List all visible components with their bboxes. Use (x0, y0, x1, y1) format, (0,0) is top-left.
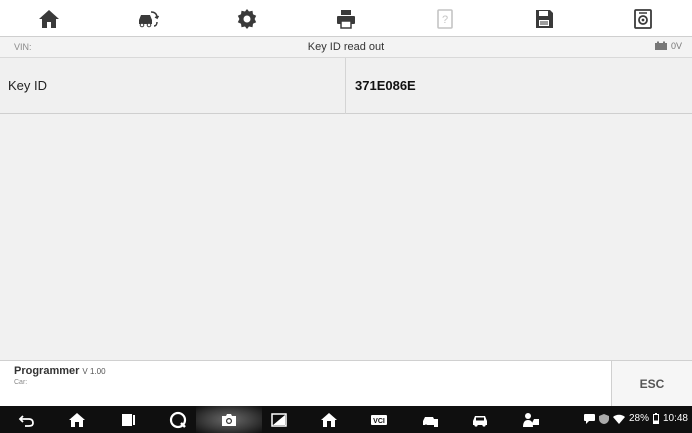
remote-support-icon[interactable] (520, 409, 542, 431)
notification-chat-icon (583, 413, 595, 424)
shield-icon (598, 413, 609, 424)
esc-button[interactable]: ESC (611, 361, 692, 407)
camera-icon[interactable] (218, 409, 240, 431)
vehicle-battery: 0V (654, 41, 682, 51)
key-id-label: Key ID (8, 78, 48, 93)
data-record-icon[interactable] (628, 4, 658, 34)
svg-text:VCI: VCI (373, 418, 385, 425)
key-id-value: 371E086E (355, 78, 416, 93)
home-icon[interactable] (34, 4, 64, 34)
save-icon[interactable] (529, 4, 559, 34)
battery-icon (652, 413, 659, 424)
maxifix-home-icon[interactable] (318, 409, 340, 431)
android-home-icon[interactable] (66, 409, 88, 431)
program-version: V 1.00 (82, 367, 106, 376)
back-icon[interactable] (16, 409, 38, 431)
footer-bar: Programmer V 1.00 Car: ESC (0, 360, 692, 407)
wifi-icon (612, 414, 625, 424)
column-divider (345, 58, 346, 114)
page-title: Key ID read out (307, 41, 385, 53)
display-brightness-icon[interactable] (268, 409, 290, 431)
system-nav-bar: VCI 28% 10:48 (0, 406, 692, 433)
car-label: Car: (14, 379, 28, 386)
recent-apps-icon[interactable] (117, 409, 139, 431)
top-toolbar: ? (0, 0, 692, 37)
content-area (0, 114, 692, 360)
info-bar: VIN: Key ID read out 0V (0, 37, 692, 58)
clock-time: 10:48 (662, 413, 688, 424)
car-icon[interactable] (469, 409, 491, 431)
print-icon[interactable] (331, 4, 361, 34)
vehicle-swap-icon[interactable] (133, 4, 163, 34)
car-battery-icon (654, 41, 667, 50)
settings-gear-icon[interactable] (232, 4, 262, 34)
battery-voltage: 0V (670, 41, 682, 51)
program-info: Programmer V 1.00 (14, 365, 106, 377)
vehicle-diagnostics-icon[interactable] (419, 409, 441, 431)
browser-icon[interactable] (167, 409, 189, 431)
battery-percent: 28% (628, 413, 649, 424)
vci-icon[interactable]: VCI (368, 409, 390, 431)
help-icon: ? (430, 4, 460, 34)
key-id-row: Key ID 371E086E (0, 58, 692, 114)
status-bar: 28% 10:48 (583, 413, 688, 424)
program-name: Programmer (14, 365, 80, 377)
svg-text:?: ? (442, 14, 448, 26)
